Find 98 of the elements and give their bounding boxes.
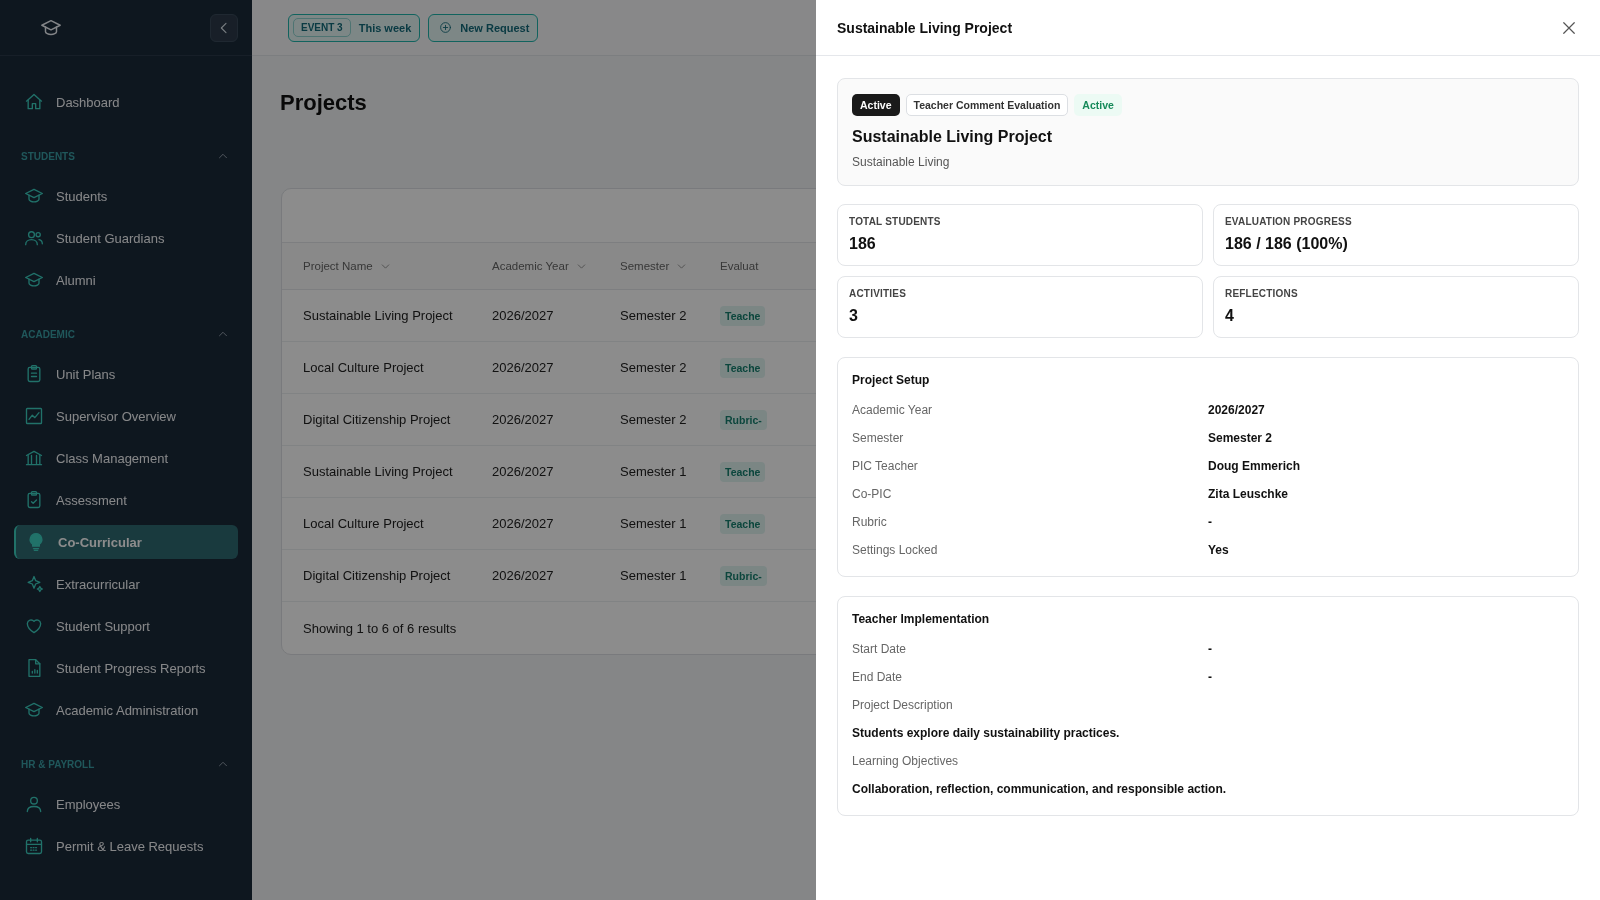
table-cell: Local Culture Project bbox=[303, 360, 424, 375]
people-icon bbox=[24, 228, 44, 248]
field-label: Co-PIC bbox=[852, 487, 893, 501]
field-value: Collaboration, reflection, communication, and responsible action. bbox=[852, 782, 1227, 796]
stat-value: 186 / 186 (100%) bbox=[1225, 235, 1349, 253]
table-cell: Semester 1 bbox=[620, 516, 687, 531]
field-label: Learning Objectives bbox=[852, 754, 959, 768]
table-cell: 2026/2027 bbox=[492, 516, 554, 531]
evaluation-tag: Teache bbox=[720, 306, 766, 326]
field-label: Project Description bbox=[852, 698, 953, 712]
sidebar-item[interactable]: Academic Administration bbox=[14, 693, 238, 727]
field-value: 2026/2027 bbox=[1208, 403, 1265, 417]
evaluation-tag: Teache bbox=[720, 514, 766, 534]
project-title: Sustainable Living Project bbox=[852, 128, 1054, 146]
stat-value: 186 bbox=[849, 235, 877, 253]
table-cell: Digital Citizenship Project bbox=[303, 568, 451, 583]
field-label: Rubric bbox=[852, 515, 888, 529]
section-title: HR & PAYROLL bbox=[21, 758, 95, 770]
table-cell: Semester 2 bbox=[620, 412, 687, 427]
column-header[interactable]: Evaluat bbox=[720, 260, 759, 272]
heart-icon bbox=[24, 616, 44, 636]
house-icon bbox=[24, 92, 44, 112]
collapse-button[interactable] bbox=[210, 13, 238, 42]
sidebar-item[interactable]: Supervisor Overview bbox=[14, 399, 238, 433]
table-cell: 2026/2027 bbox=[492, 308, 554, 323]
field-value: Students explore daily sustainability practices. bbox=[852, 726, 1120, 740]
sidebar-item[interactable]: Student Support bbox=[14, 609, 238, 643]
table-cell: Semester 2 bbox=[620, 360, 687, 375]
building-icon bbox=[24, 448, 44, 468]
calendar-icon bbox=[24, 836, 44, 856]
stat-value: 4 bbox=[1225, 307, 1235, 325]
field-value: - bbox=[1208, 642, 1212, 656]
field-value: Semester 2 bbox=[1208, 431, 1273, 445]
person-icon bbox=[24, 794, 44, 814]
status-badge: Teacher Comment Evaluation bbox=[905, 94, 1069, 116]
stat-label: TOTAL STUDENTS bbox=[849, 216, 942, 227]
page-title: Projects bbox=[280, 90, 368, 116]
field-label: Settings Locked bbox=[852, 543, 939, 557]
sidebar-item[interactable]: Co-Curricular bbox=[14, 525, 238, 559]
chart-icon bbox=[24, 406, 44, 426]
evaluation-tag: Teache bbox=[720, 358, 766, 378]
field-value: Zita Leuschke bbox=[1208, 487, 1289, 501]
field-label: PIC Teacher bbox=[852, 459, 919, 473]
stat-value: 3 bbox=[849, 307, 859, 325]
column-header[interactable]: Academic Year bbox=[492, 259, 588, 273]
evaluation-tag: Rubric- bbox=[720, 566, 767, 586]
field-value: Doug Emmerich bbox=[1208, 459, 1300, 473]
field-label: Academic Year bbox=[852, 403, 934, 417]
stat-label: EVALUATION PROGRESS bbox=[1225, 216, 1353, 227]
status-badge: Active bbox=[1074, 94, 1122, 116]
stat-label: ACTIVITIES bbox=[849, 288, 907, 299]
table-cell: 2026/2027 bbox=[492, 464, 554, 479]
sidebar-item[interactable]: Alumni bbox=[14, 263, 238, 297]
section-title: STUDENTS bbox=[21, 150, 75, 162]
table-cell: Semester 1 bbox=[620, 568, 687, 583]
backdrop-overlay[interactable] bbox=[0, 0, 816, 900]
section-title: ACADEMIC bbox=[21, 328, 75, 340]
results-summary: Showing 1 to 6 of 6 results bbox=[302, 619, 458, 638]
table-cell: 2026/2027 bbox=[492, 568, 554, 583]
table-cell: 2026/2027 bbox=[492, 412, 554, 427]
section-heading: Project Setup bbox=[852, 373, 931, 387]
field-value: Yes bbox=[1208, 543, 1229, 557]
sidebar-item[interactable]: Student Progress Reports bbox=[14, 651, 238, 685]
sidebar-item[interactable]: Student Guardians bbox=[14, 221, 238, 255]
event-button[interactable]: EVENT 3 This week bbox=[288, 13, 421, 42]
new-request-button[interactable]: New Request bbox=[428, 13, 539, 42]
column-header[interactable]: Semester bbox=[620, 259, 689, 273]
sidebar-item[interactable]: Permit & Leave Requests bbox=[14, 829, 238, 863]
field-label: Start Date bbox=[852, 642, 908, 656]
field-value: - bbox=[1208, 515, 1212, 529]
table-cell: 2026/2027 bbox=[492, 360, 554, 375]
sidebar-item[interactable]: Extracurricular bbox=[14, 567, 238, 601]
sidebar-item[interactable]: Dashboard bbox=[14, 85, 238, 119]
evaluation-tag: Teache bbox=[720, 462, 766, 482]
field-value: - bbox=[1208, 670, 1212, 684]
table-cell: Digital Citizenship Project bbox=[303, 412, 451, 427]
sidebar-item[interactable]: Class Management bbox=[14, 441, 238, 475]
table-cell: Semester 2 bbox=[620, 308, 687, 323]
event-badge: EVENT 3 bbox=[293, 18, 351, 37]
table-cell: Local Culture Project bbox=[303, 516, 424, 531]
status-badge: Active bbox=[852, 94, 900, 116]
stat-label: REFLECTIONS bbox=[1225, 288, 1299, 299]
sidebar-item[interactable]: Unit Plans bbox=[14, 357, 238, 391]
field-label: End Date bbox=[852, 670, 904, 684]
drawer-title: Sustainable Living Project bbox=[837, 19, 1013, 36]
sidebar-item[interactable]: Assessment bbox=[14, 483, 238, 517]
event-period: This week bbox=[358, 21, 412, 34]
section-heading: Teacher Implementation bbox=[852, 612, 991, 626]
sidebar-item[interactable]: Employees bbox=[14, 787, 238, 821]
field-label: Semester bbox=[852, 431, 905, 445]
table-cell: Sustainable Living Project bbox=[303, 308, 453, 323]
evaluation-tag: Rubric- bbox=[720, 410, 767, 430]
project-subtitle: Sustainable Living bbox=[852, 155, 951, 169]
column-header[interactable]: Project Name bbox=[303, 259, 392, 273]
table-cell: Semester 1 bbox=[620, 464, 687, 479]
table-cell: Sustainable Living Project bbox=[303, 464, 453, 479]
plus-icon bbox=[439, 21, 453, 34]
sidebar-item[interactable]: Students bbox=[14, 179, 238, 213]
